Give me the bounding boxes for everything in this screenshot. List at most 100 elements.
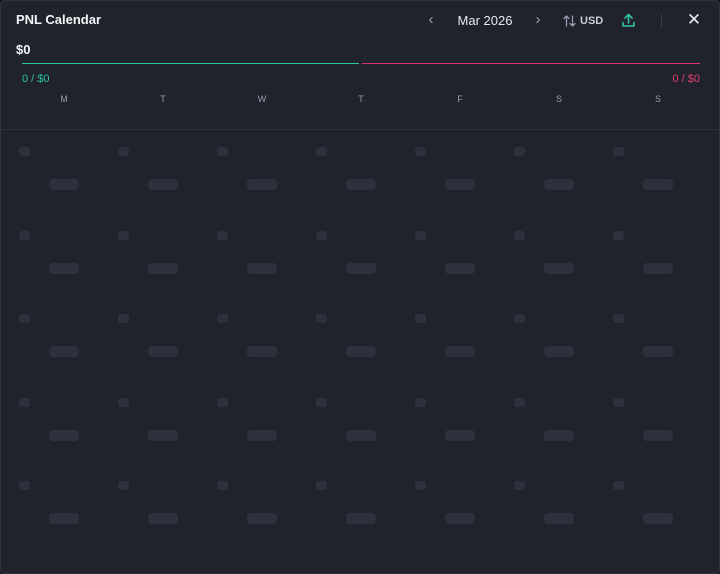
weekday-label: S [654,94,661,104]
calendar-day-cell[interactable] [100,297,199,380]
day-pnl-skeleton [445,429,475,441]
currency-toggle[interactable]: USD [563,13,603,29]
upload-icon [622,13,635,27]
calendar-day-cell[interactable] [496,130,595,213]
weekday-label: W [257,94,267,104]
day-pnl-skeleton [247,513,277,525]
day-number-skeleton [19,397,30,407]
day-pnl-skeleton [247,262,277,274]
calendar-day-cell[interactable] [397,130,496,213]
day-pnl-skeleton [49,346,79,358]
calendar-day-cell[interactable] [199,214,298,297]
day-number-skeleton [514,147,525,156]
day-pnl-skeleton [346,346,376,358]
calendar-day-cell[interactable] [1,464,100,547]
weekday-label: T [358,94,364,104]
calendar-day-cell[interactable] [100,130,199,213]
loss-ratio-bar [362,63,700,64]
day-number-skeleton [514,397,525,407]
weekday-label: S [555,94,562,104]
day-pnl-skeleton [544,346,574,358]
day-number-skeleton [316,230,327,240]
day-pnl-skeleton [49,262,79,274]
calendar-day-cell[interactable] [298,464,397,547]
day-pnl-skeleton [643,346,673,358]
weekday-label: M [60,94,68,104]
day-number-skeleton [415,230,426,240]
day-number-skeleton [514,481,525,491]
calendar-day-cell[interactable] [1,297,100,380]
win-ratio-bar [22,63,359,64]
calendar-day-cell[interactable] [298,214,397,297]
day-pnl-skeleton [247,179,277,190]
day-number-skeleton [415,397,426,407]
calendar-day-cell[interactable] [397,381,496,464]
calendar-day-cell[interactable] [199,381,298,464]
day-pnl-skeleton [346,429,376,441]
day-pnl-skeleton [148,513,178,525]
win-stat: 0 / $0 [22,73,50,85]
calendar-day-cell[interactable] [298,381,397,464]
day-number-skeleton [118,314,129,324]
calendar-day-cell[interactable] [397,297,496,380]
calendar-day-cell[interactable] [199,130,298,213]
close-button[interactable]: ✕ [685,11,703,29]
calendar-day-cell[interactable] [496,214,595,297]
header-divider [661,14,662,28]
calendar-day-cell[interactable] [397,214,496,297]
day-pnl-skeleton [643,262,673,274]
calendar-day-cell[interactable] [100,464,199,547]
total-pnl: $0 [16,42,31,57]
calendar-day-cell[interactable] [595,130,694,213]
calendar-day-cell[interactable] [496,381,595,464]
day-pnl-skeleton [643,429,673,441]
day-pnl-skeleton [148,429,178,441]
day-number-skeleton [19,481,30,491]
day-number-skeleton [415,481,426,491]
export-button[interactable] [620,12,637,29]
day-pnl-skeleton [346,513,376,525]
calendar-grid [1,130,719,573]
weekday-label: F [457,94,463,104]
calendar-day-cell[interactable] [397,464,496,547]
day-pnl-skeleton [148,346,178,358]
calendar-day-cell[interactable] [496,464,595,547]
day-number-skeleton [118,481,129,491]
current-month: Mar 2026 [457,13,513,28]
day-number-skeleton [316,147,327,156]
calendar-day-cell[interactable] [298,130,397,213]
day-pnl-skeleton [148,262,178,274]
calendar-day-cell[interactable] [595,214,694,297]
day-pnl-skeleton [445,346,475,358]
day-number-skeleton [217,314,228,324]
modal-title: PNL Calendar [16,12,102,27]
calendar-day-cell[interactable] [496,297,595,380]
day-number-skeleton [316,481,327,491]
day-number-skeleton [19,230,30,240]
day-pnl-skeleton [544,429,574,441]
calendar-day-cell[interactable] [199,464,298,547]
calendar-day-cell[interactable] [1,381,100,464]
calendar-day-cell[interactable] [1,130,100,213]
day-number-skeleton [613,147,624,156]
calendar-day-cell[interactable] [595,464,694,547]
calendar-day-cell[interactable] [100,214,199,297]
chevron-right-icon: › [535,11,541,28]
day-pnl-skeleton [148,179,178,190]
day-pnl-skeleton [445,262,475,274]
weekday-header: M T W T F S S [1,94,719,106]
calendar-day-cell[interactable] [298,297,397,380]
day-number-skeleton [514,314,525,324]
day-pnl-skeleton [544,179,574,190]
calendar-day-cell[interactable] [595,297,694,380]
next-month-button[interactable]: › [531,11,545,29]
calendar-day-cell[interactable] [1,214,100,297]
day-number-skeleton [316,397,327,407]
day-number-skeleton [415,147,426,156]
calendar-day-cell[interactable] [199,297,298,380]
day-number-skeleton [118,147,129,156]
calendar-day-cell[interactable] [595,381,694,464]
previous-month-button[interactable]: ‹ [424,11,438,29]
calendar-day-cell[interactable] [100,381,199,464]
close-icon: ✕ [686,10,702,29]
